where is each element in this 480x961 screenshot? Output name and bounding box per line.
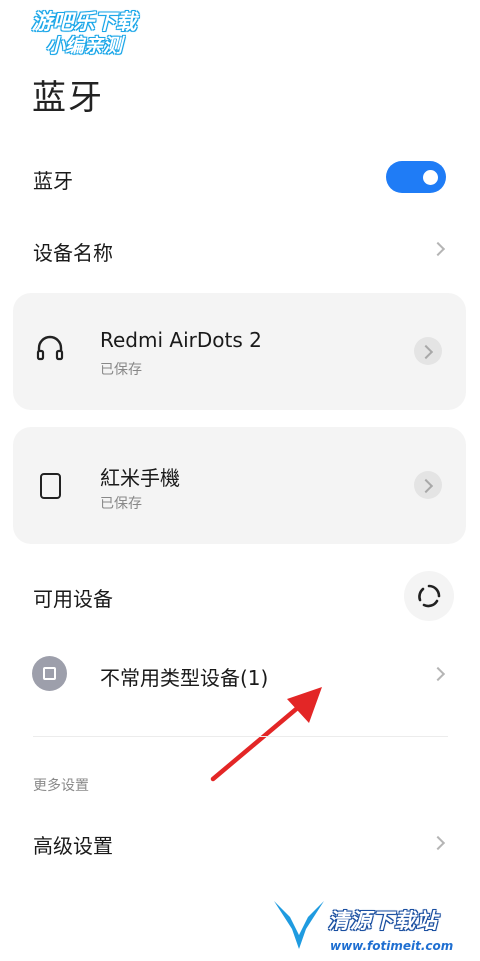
more-settings-section-label: 更多设置	[33, 778, 89, 794]
divider	[33, 736, 448, 737]
refresh-button[interactable]	[404, 571, 454, 621]
saved-device-card-airdots[interactable]: Redmi AirDots 2 已保存	[13, 293, 466, 410]
device-name: Redmi AirDots 2	[100, 328, 262, 352]
chevron-right-icon	[418, 344, 434, 360]
watermark-url: www.fotimeit.com	[330, 939, 454, 953]
watermark-line1: 游吧乐下载	[31, 10, 137, 34]
watermark-line2: 小编亲测	[45, 35, 122, 57]
chevron-right-icon	[430, 241, 446, 257]
chevron-right-icon	[430, 666, 446, 682]
device-name: 紅米手機	[100, 466, 180, 490]
device-status: 已保存	[100, 362, 142, 378]
refresh-icon	[418, 584, 441, 608]
chevron-right-icon	[430, 835, 446, 851]
bluetooth-label: 蓝牙	[33, 169, 73, 193]
device-name-label: 设备名称	[33, 241, 113, 265]
toggle-knob	[423, 170, 438, 185]
device-type-icon	[32, 656, 67, 691]
watermark-bottom: 清源下载站 www.fotimeit.com	[272, 895, 472, 957]
device-details-button[interactable]	[414, 337, 442, 365]
available-devices-label: 可用设备	[33, 587, 113, 611]
watermark-top: 游吧乐下载 小编亲测	[14, 10, 154, 58]
headphones-icon	[36, 335, 64, 361]
watermark-brand: 清源下载站	[328, 909, 438, 933]
page-title: 蓝牙	[32, 78, 104, 118]
device-type-square	[43, 667, 56, 680]
device-status: 已保存	[100, 496, 142, 512]
brand-logo-icon	[274, 901, 324, 949]
advanced-settings-label: 高级设置	[33, 834, 113, 858]
phone-icon	[40, 473, 61, 499]
chevron-right-icon	[418, 478, 434, 494]
device-details-button[interactable]	[414, 471, 442, 499]
saved-device-card-phone[interactable]: 紅米手機 已保存	[13, 427, 466, 544]
bluetooth-toggle[interactable]	[386, 161, 446, 193]
